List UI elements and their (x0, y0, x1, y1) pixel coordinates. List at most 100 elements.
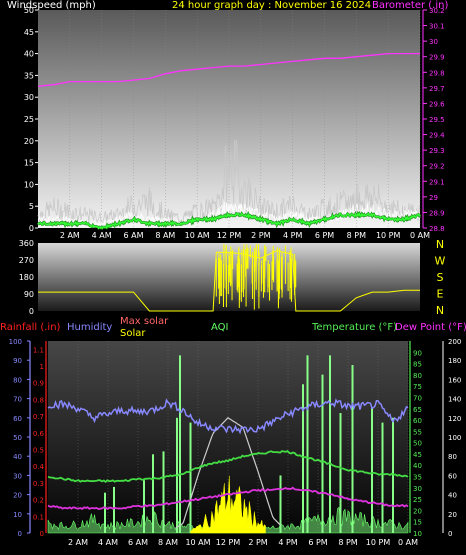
temp-tick-label: 90 (413, 349, 422, 357)
aqi-tick-label: 0 (448, 530, 452, 538)
baro-tick-label: 29.3 (429, 147, 445, 155)
temp-axis-title: Temperature (°F) (311, 322, 397, 333)
multi-x-tick-label: 2 AM (68, 538, 88, 547)
dir-tick-label: 180 (19, 273, 34, 282)
maxsolar-legend: Max solar (120, 316, 169, 327)
temp-tick-label: 50 (413, 440, 422, 448)
aqi-tick-label: 80 (448, 453, 457, 461)
temp-tick-label: 10 (413, 530, 422, 538)
multi-x-tick-label: 8 AM (158, 538, 178, 547)
baro-tick-label: 28.8 (429, 225, 445, 233)
baro-tick-label: 29.6 (429, 100, 445, 108)
dir-tick-label: 0 (29, 307, 34, 316)
humidity-tick-label: 10 (13, 511, 22, 519)
humidity-tick-label: 60 (13, 415, 22, 423)
baro-tick-label: 29.9 (429, 54, 445, 62)
multi-x-tick-label: 10 PM (366, 538, 391, 547)
multi-x-tick-label: 6 PM (308, 538, 327, 547)
temp-tick-label: 45 (413, 451, 422, 459)
rain-tick-label: 0.9 (33, 380, 44, 388)
wind-x-tick-label: 4 AM (92, 231, 112, 240)
chart-title: 24 hour graph day : November 16 2024 (172, 0, 371, 11)
multi-x-tick-label: 8 PM (338, 538, 357, 547)
aqi-tick-label: 200 (448, 338, 461, 346)
baro-tick-label: 29.8 (429, 69, 445, 77)
humidity-tick-label: 80 (13, 376, 22, 384)
dir-tick-label: 90 (24, 290, 34, 299)
wind-x-tick-label: 10 AM (185, 231, 210, 240)
temp-tick-label: 70 (413, 394, 422, 402)
rain-tick-label: 0.6 (33, 430, 45, 438)
compass-label: W (435, 255, 446, 268)
wind-x-tick-label: 2 AM (60, 231, 80, 240)
compass-label: N (436, 304, 444, 317)
baro-tick-label: 29 (429, 194, 438, 202)
multi-x-tick-label: 4 AM (98, 538, 118, 547)
rain-tick-label: 0.4 (33, 463, 45, 471)
humidity-tick-label: 100 (9, 338, 22, 346)
baro-tick-label: 28.9 (429, 209, 445, 217)
rain-tick-label: 0.3 (33, 480, 44, 488)
wind-tick-label: 10 (24, 180, 34, 189)
humidity-tick-label: 70 (13, 396, 22, 404)
rain-tick-label: 0.7 (33, 413, 44, 421)
humidity-tick-label: 40 (13, 453, 22, 461)
temp-tick-label: 20 (413, 507, 422, 515)
humidity-tick-label: 30 (13, 472, 22, 480)
baro-tick-label: 29.5 (429, 116, 445, 124)
temp-tick-label: 55 (413, 428, 422, 436)
temp-tick-label: 30 (413, 485, 422, 493)
humidity-tick-label: 0 (18, 530, 22, 538)
wind-x-ticks: 2 AM 4 AM 6 AM 8 AM 10 AM 12 PM 2 PM 4 PM 6 PM 8 … (60, 231, 430, 240)
dew-axis-title: Dew Point (°F) (395, 322, 466, 333)
compass-label: E (437, 288, 444, 301)
multi-x-tick-label: 12 PM (216, 538, 241, 547)
wind-tick-label: 15 (24, 159, 34, 168)
rain-tick-label: 0.8 (33, 396, 44, 404)
wind-tick-label: 25 (24, 115, 34, 124)
wind-x-tick-label: 6 PM (315, 231, 334, 240)
rain-tick-label: 0.1 (33, 513, 44, 521)
temp-tick-label: 15 (413, 519, 422, 527)
wind-x-tick-label: 0 AM (410, 231, 430, 240)
baro-tick-label: 29.7 (429, 85, 445, 93)
humidity-tick-label: 50 (13, 434, 22, 442)
multi-x-tick-label: 2 PM (248, 538, 267, 547)
wind-tick-label: 30 (24, 93, 34, 102)
temp-tick-label: 60 (413, 417, 422, 425)
wind-plot-area (38, 10, 420, 228)
aqi-tick-label: 120 (448, 415, 461, 423)
wind-x-tick-label: 8 AM (155, 231, 175, 240)
compass-label: N (436, 238, 444, 251)
multi-x-tick-label: 6 AM (128, 538, 148, 547)
baro-tick-label: 29.2 (429, 163, 445, 171)
temp-tick-label: 35 (413, 474, 422, 482)
rain-tick-label: 1 (40, 363, 44, 371)
baro-tick-label: 29.4 (429, 132, 445, 140)
humidity-tick-label: 90 (13, 357, 22, 365)
dir-tick-label: 360 (19, 239, 34, 248)
wind-tick-label: 50 (24, 6, 34, 15)
temp-tick-label: 40 (413, 462, 422, 470)
wind-tick-label: 40 (24, 50, 34, 59)
aqi-tick-label: 40 (448, 492, 457, 500)
wind-tick-label: 5 (29, 202, 34, 211)
rain-tick-label: 1.1 (33, 346, 44, 354)
rain-axis-title: Rainfall (.in) (0, 322, 61, 333)
baro-y-ticks: 28.8 28.9 29 29.1 29.2 29.3 29.4 29.5 29.6 29.7 29… (422, 7, 445, 233)
temp-tick-label: 80 (413, 372, 422, 380)
rain-tick-label: 0.2 (33, 497, 44, 505)
wind-tick-label: 35 (24, 71, 34, 80)
wind-x-tick-label: 8 PM (347, 231, 366, 240)
aqi-tick-label: 180 (448, 357, 461, 365)
wind-x-tick-label: 2 PM (251, 231, 270, 240)
weather-graphs: Windspeed (mph) 24 hour graph day : Nove… (0, 0, 466, 547)
wind-x-tick-label: 6 AM (123, 231, 143, 240)
wind-tick-label: 20 (24, 137, 34, 146)
aqi-tick-label: 20 (448, 511, 457, 519)
wind-y-ticks: 0 5 10 15 20 25 30 35 40 45 50 (24, 6, 38, 233)
temp-tick-label: 75 (413, 383, 422, 391)
baro-tick-label: 30.1 (429, 23, 445, 31)
wind-x-tick-label: 12 PM (217, 231, 242, 240)
wind-tick-label: 45 (24, 28, 34, 37)
